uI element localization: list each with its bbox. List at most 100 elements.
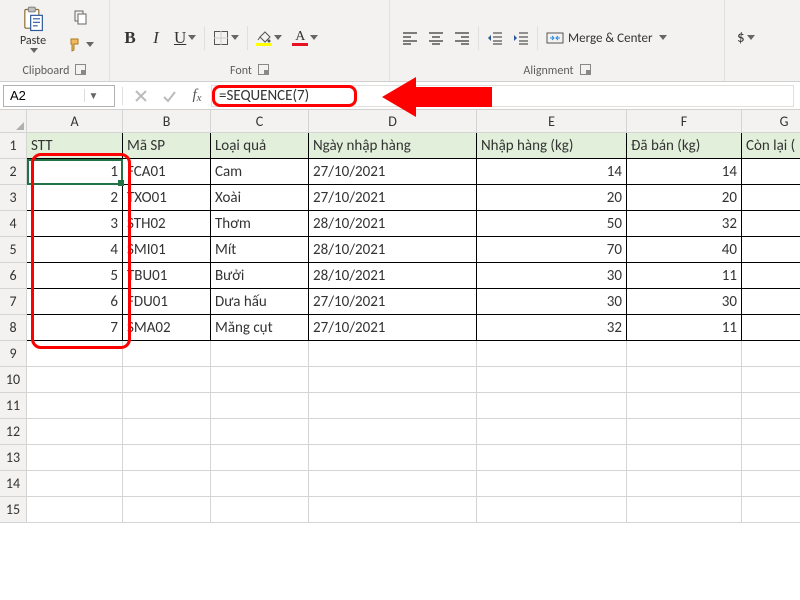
cell[interactable]: 30 xyxy=(627,289,742,315)
fill-color-button[interactable] xyxy=(252,26,286,50)
cell[interactable] xyxy=(123,471,211,497)
cell[interactable]: TXO01 xyxy=(123,185,211,211)
cell[interactable]: Cam xyxy=(211,159,309,185)
cell[interactable]: 7 xyxy=(27,315,123,341)
cell[interactable]: 28/10/2021 xyxy=(309,263,477,289)
column-header-C[interactable]: C xyxy=(211,110,309,133)
column-header-A[interactable]: A xyxy=(27,110,123,133)
cell[interactable] xyxy=(477,445,627,471)
cell[interactable] xyxy=(309,367,477,393)
cell[interactable] xyxy=(742,211,800,237)
row-header-12[interactable]: 12 xyxy=(0,419,27,445)
cell[interactable] xyxy=(211,341,309,367)
cell[interactable]: Đã bán (kg) xyxy=(627,133,742,159)
cell[interactable]: STH02 xyxy=(123,211,211,237)
cell[interactable]: 28/10/2021 xyxy=(309,211,477,237)
row-header-1[interactable]: 1 xyxy=(0,133,27,159)
cell[interactable]: FDU01 xyxy=(123,289,211,315)
row-header-14[interactable]: 14 xyxy=(0,471,27,497)
cell[interactable] xyxy=(742,185,800,211)
cell[interactable] xyxy=(627,445,742,471)
cell[interactable]: Thơm xyxy=(211,211,309,237)
cell[interactable]: FCA01 xyxy=(123,159,211,185)
cell[interactable] xyxy=(27,471,123,497)
cell[interactable]: 32 xyxy=(477,315,627,341)
cell[interactable]: 20 xyxy=(627,185,742,211)
cell[interactable] xyxy=(27,419,123,445)
column-header-B[interactable]: B xyxy=(123,110,211,133)
enter-formula-button[interactable] xyxy=(155,82,183,110)
cell[interactable] xyxy=(477,367,627,393)
cell[interactable]: 1 xyxy=(27,159,123,185)
cell[interactable] xyxy=(477,393,627,419)
cell[interactable]: 50 xyxy=(477,211,627,237)
decrease-indent-button[interactable] xyxy=(483,26,507,50)
row-header-4[interactable]: 4 xyxy=(0,211,27,237)
cell[interactable] xyxy=(211,393,309,419)
cell[interactable] xyxy=(309,341,477,367)
cell[interactable] xyxy=(211,497,309,523)
cell[interactable]: 40 xyxy=(627,237,742,263)
cell[interactable]: 30 xyxy=(477,289,627,315)
cell[interactable] xyxy=(27,445,123,471)
cell[interactable]: 20 xyxy=(477,185,627,211)
cell[interactable]: 70 xyxy=(477,237,627,263)
cell[interactable] xyxy=(27,497,123,523)
cell[interactable] xyxy=(627,393,742,419)
cell[interactable] xyxy=(742,159,800,185)
cell[interactable]: STT xyxy=(27,133,123,159)
cell[interactable]: SMA02 xyxy=(123,315,211,341)
cell[interactable]: Mã SP xyxy=(123,133,211,159)
align-center-button[interactable] xyxy=(424,26,448,50)
cell[interactable]: 28/10/2021 xyxy=(309,237,477,263)
cancel-formula-button[interactable] xyxy=(127,82,155,110)
row-header-9[interactable]: 9 xyxy=(0,341,27,367)
cell[interactable] xyxy=(309,471,477,497)
row-header-11[interactable]: 11 xyxy=(0,393,27,419)
name-box-input[interactable] xyxy=(4,88,84,103)
cell[interactable] xyxy=(742,289,800,315)
cell[interactable] xyxy=(477,471,627,497)
cell[interactable] xyxy=(123,367,211,393)
cell[interactable] xyxy=(742,471,800,497)
name-box-dropdown[interactable]: ▼ xyxy=(84,89,102,102)
cell[interactable]: 11 xyxy=(627,315,742,341)
font-color-button[interactable]: A xyxy=(288,26,322,50)
row-header-15[interactable]: 15 xyxy=(0,497,27,523)
row-header-2[interactable]: 2 xyxy=(0,159,27,185)
align-right-button[interactable] xyxy=(450,26,474,50)
cell[interactable]: 2 xyxy=(27,185,123,211)
copy-button[interactable] xyxy=(64,5,98,29)
cell[interactable] xyxy=(742,445,800,471)
cell[interactable] xyxy=(742,263,800,289)
format-painter-button[interactable] xyxy=(64,33,98,57)
cell[interactable] xyxy=(27,393,123,419)
column-header-F[interactable]: F xyxy=(627,110,742,133)
italic-button[interactable]: I xyxy=(144,26,168,50)
cell[interactable] xyxy=(123,497,211,523)
cell[interactable] xyxy=(309,393,477,419)
cell[interactable] xyxy=(27,341,123,367)
cell[interactable] xyxy=(742,393,800,419)
cell[interactable] xyxy=(627,419,742,445)
row-header-5[interactable]: 5 xyxy=(0,237,27,263)
cell[interactable] xyxy=(477,341,627,367)
cell[interactable] xyxy=(309,445,477,471)
cell[interactable] xyxy=(211,419,309,445)
cell[interactable]: 30 xyxy=(477,263,627,289)
cell[interactable] xyxy=(742,341,800,367)
cell[interactable] xyxy=(742,315,800,341)
cell[interactable] xyxy=(477,497,627,523)
name-box[interactable]: ▼ xyxy=(3,85,115,107)
cell[interactable]: 4 xyxy=(27,237,123,263)
paste-button[interactable]: Paste xyxy=(8,3,58,57)
underline-button[interactable]: U xyxy=(170,26,200,50)
cell[interactable] xyxy=(742,497,800,523)
select-all-corner[interactable] xyxy=(0,110,27,133)
cell[interactable] xyxy=(742,237,800,263)
bold-button[interactable]: B xyxy=(118,26,142,50)
cell[interactable] xyxy=(27,367,123,393)
cell[interactable]: Mít xyxy=(211,237,309,263)
cell[interactable]: 27/10/2021 xyxy=(309,289,477,315)
cell[interactable] xyxy=(627,367,742,393)
